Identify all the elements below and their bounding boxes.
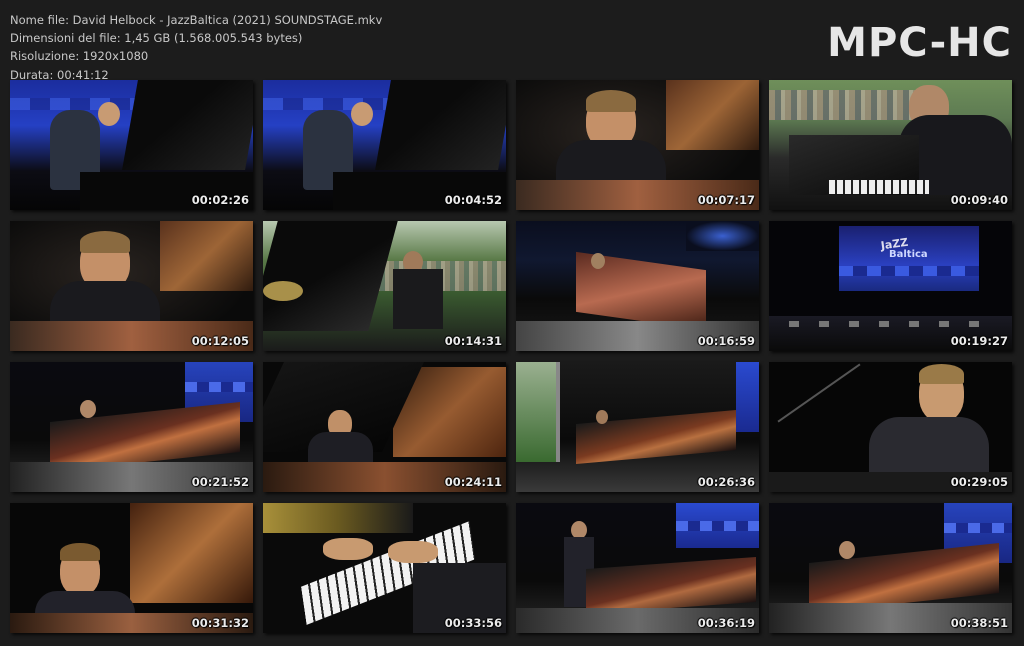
thumbnail-frame-image (769, 362, 1012, 492)
video-thumbnail: 00:31:32 (10, 503, 253, 633)
thumbnail-timestamp: 00:33:56 (444, 616, 502, 630)
video-thumbnail: JaZZ Baltica 00:19:27 (769, 221, 1012, 351)
thumbnail-frame-image (263, 503, 506, 633)
video-thumbnail: 00:16:59 (516, 221, 759, 351)
thumbnail-timestamp: 00:36:19 (697, 616, 755, 630)
thumbnail-frame-image (769, 503, 1012, 633)
video-thumbnail: 00:09:40 (769, 80, 1012, 210)
thumbnail-timestamp: 00:38:51 (950, 616, 1008, 630)
thumbnail-timestamp: 00:29:05 (950, 475, 1008, 489)
thumbnail-frame-image (769, 80, 1012, 210)
video-thumbnail: 00:21:52 (10, 362, 253, 492)
thumbnail-timestamp: 00:19:27 (950, 334, 1008, 348)
thumbnail-timestamp: 00:24:11 (444, 475, 502, 489)
video-thumbnail: 00:26:36 (516, 362, 759, 492)
thumbnail-frame-image (10, 221, 253, 351)
video-thumbnail: 00:02:26 (10, 80, 253, 210)
thumbnail-timestamp: 00:26:36 (697, 475, 755, 489)
thumbnail-timestamp: 00:07:17 (697, 193, 755, 207)
video-thumbnail: 00:36:19 (516, 503, 759, 633)
video-thumbnail: 00:07:17 (516, 80, 759, 210)
thumbnail-timestamp: 00:12:05 (191, 334, 249, 348)
video-thumbnail: 00:04:52 (263, 80, 506, 210)
thumbnail-timestamp: 00:09:40 (950, 193, 1008, 207)
thumbnail-frame-image (516, 362, 759, 492)
thumbnail-timestamp: 00:04:52 (444, 193, 502, 207)
thumbnail-frame-image (516, 80, 759, 210)
thumbnail-timestamp: 00:16:59 (697, 334, 755, 348)
thumbnail-frame-image (10, 362, 253, 492)
thumbnail-frame-image (10, 503, 253, 633)
thumbnail-frame-image (263, 362, 506, 492)
video-thumbnail: 00:14:31 (263, 221, 506, 351)
thumbnail-timestamp: 00:31:32 (191, 616, 249, 630)
thumbnail-timestamp: 00:02:26 (191, 193, 249, 207)
thumbnail-timestamp: 00:21:52 (191, 475, 249, 489)
thumbnail-frame-image (263, 80, 506, 210)
thumbnail-frame-image (516, 221, 759, 351)
thumbnail-frame-image (263, 221, 506, 351)
video-thumbnail: 00:38:51 (769, 503, 1012, 633)
thumbnail-frame-image: JaZZ Baltica (769, 221, 1012, 351)
thumbnail-frame-image (10, 80, 253, 210)
thumbnail-frame-image (516, 503, 759, 633)
video-thumbnail: 00:33:56 (263, 503, 506, 633)
video-thumbnail: 00:29:05 (769, 362, 1012, 492)
video-thumbnail: 00:24:11 (263, 362, 506, 492)
thumbnail-grid: 00:02:26 00:04:52 00:07:17 00:09:40 00:12:05… (0, 0, 1024, 646)
thumbnail-timestamp: 00:14:31 (444, 334, 502, 348)
video-thumbnail: 00:12:05 (10, 221, 253, 351)
